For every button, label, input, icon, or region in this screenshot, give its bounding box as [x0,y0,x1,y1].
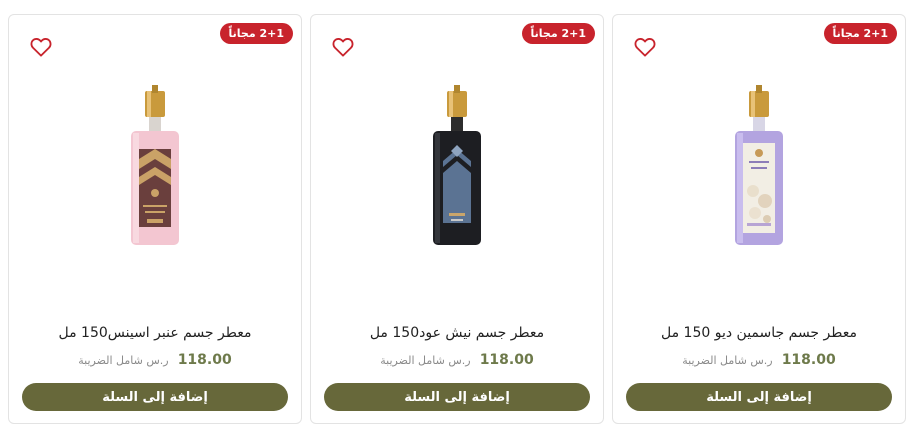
product-image[interactable] [9,73,301,263]
price-currency-note: ر.س شامل الضريبة [78,354,169,367]
product-card-niche-oud[interactable]: 2+1 مجاناً معطر جسم نيش عود150 مل 118.00… [310,14,604,424]
offer-badge: 2+1 مجاناً [823,23,897,44]
heart-icon[interactable] [332,37,354,57]
product-image[interactable] [613,73,905,263]
product-title[interactable]: معطر جسم جاسمين ديو 150 مل [623,325,895,341]
price-currency-note: ر.س شامل الضريبة [380,354,471,367]
offer-badge: 2+1 مجاناً [219,23,293,44]
product-grid: 2+1 مجاناً معطر جسم عنبر اسينس150 مل 118… [0,0,916,438]
price-row: 118.00 ر.س شامل الضريبة [623,349,895,368]
offer-badge: 2+1 مجاناً [521,23,595,44]
add-to-cart-button[interactable]: إضافة إلى السلة [626,383,892,411]
heart-icon[interactable] [634,37,656,57]
product-title[interactable]: معطر جسم نيش عود150 مل [321,325,593,341]
price-value: 118.00 [781,352,836,368]
product-card-amber-essence[interactable]: 2+1 مجاناً معطر جسم عنبر اسينس150 مل 118… [8,14,302,424]
heart-icon[interactable] [30,37,52,57]
price-value: 118.00 [177,352,232,368]
price-currency-note: ر.س شامل الضريبة [682,354,773,367]
price-value: 118.00 [479,352,534,368]
price-row: 118.00 ر.س شامل الضريبة [19,349,291,368]
add-to-cart-button[interactable]: إضافة إلى السلة [22,383,288,411]
product-image[interactable] [311,73,603,263]
add-to-cart-button[interactable]: إضافة إلى السلة [324,383,590,411]
product-title[interactable]: معطر جسم عنبر اسينس150 مل [19,325,291,341]
price-row: 118.00 ر.س شامل الضريبة [321,349,593,368]
product-card-jasmine-duo[interactable]: 2+1 مجاناً معطر جسم جاسمين ديو 150 مل 11… [612,14,906,424]
